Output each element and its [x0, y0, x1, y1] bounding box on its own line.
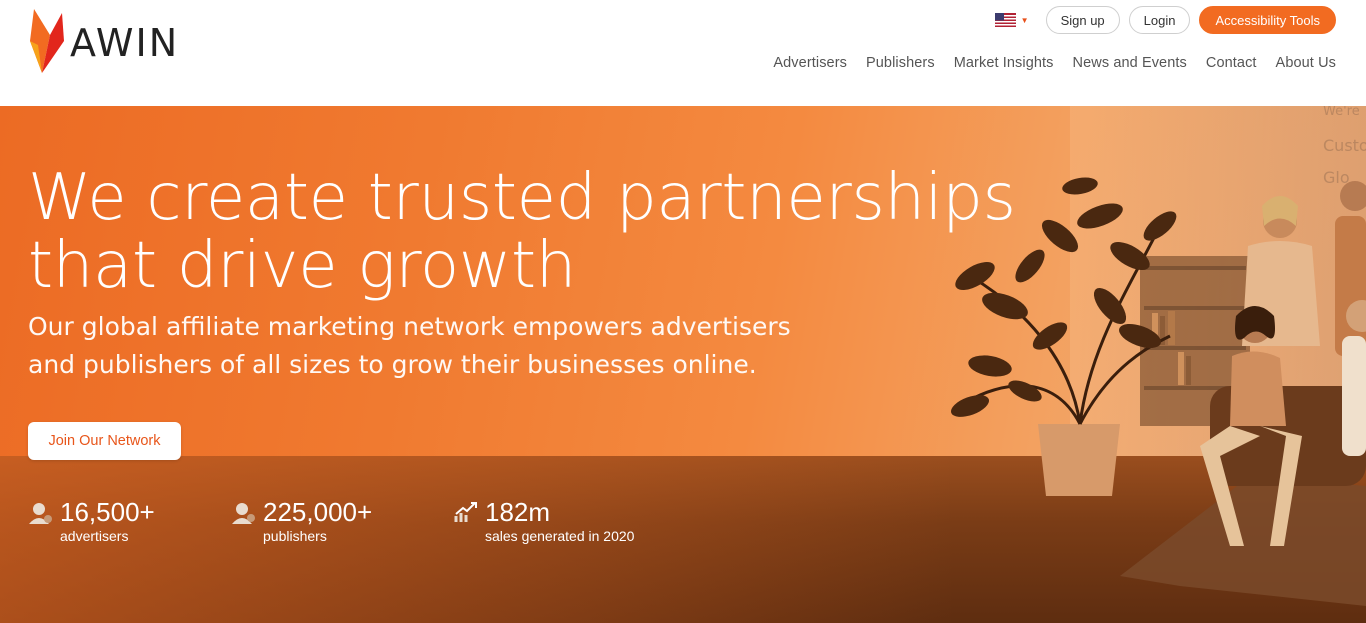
- nav-publishers[interactable]: Publishers: [866, 55, 935, 71]
- hero-banner: We're Custo Glo We create trusted partne…: [0, 106, 1366, 623]
- us-flag-icon: [994, 13, 1016, 27]
- stat-value: 182m: [485, 497, 551, 527]
- rug-illustration: [1120, 476, 1366, 606]
- nav-market-insights[interactable]: Market Insights: [954, 55, 1054, 71]
- utility-bar: ▼ Sign up Login Accessibility Tools: [994, 6, 1336, 34]
- brand-name: AWIN: [70, 21, 180, 65]
- stat-value: 16,500+: [60, 497, 155, 527]
- awin-flame-icon: [30, 9, 64, 73]
- growth-chart-icon: [454, 502, 477, 522]
- stat-label: advertisers: [60, 528, 129, 544]
- nav-about-us[interactable]: About Us: [1276, 55, 1336, 71]
- country-selector[interactable]: ▼: [994, 13, 1029, 27]
- main-nav: Advertisers Publishers Market Insights N…: [773, 55, 1336, 71]
- join-network-button[interactable]: Join Our Network: [28, 422, 181, 460]
- accessibility-tools-button[interactable]: Accessibility Tools: [1199, 6, 1336, 34]
- nav-advertisers[interactable]: Advertisers: [773, 55, 847, 71]
- stat-label: sales generated in 2020: [485, 528, 635, 544]
- stat-advertisers: 16,500+ advertisers: [28, 498, 155, 544]
- stat-sales: 182m sales generated in 2020: [453, 498, 634, 544]
- chevron-down-icon: ▼: [1020, 15, 1029, 25]
- signup-button[interactable]: Sign up: [1045, 6, 1120, 34]
- nav-contact[interactable]: Contact: [1206, 55, 1257, 71]
- stat-label: publishers: [263, 528, 327, 544]
- hero-subheadline: Our global affiliate marketing network e…: [28, 312, 791, 379]
- site-header: AWIN ▼ Sign up Login Accessibility Tools…: [0, 0, 1366, 106]
- stat-publishers: 225,000+ publishers: [231, 498, 372, 544]
- awin-logo[interactable]: AWIN: [28, 4, 198, 76]
- stat-value: 225,000+: [263, 497, 373, 527]
- publisher-icon: [232, 503, 255, 524]
- nav-news-and-events[interactable]: News and Events: [1073, 55, 1187, 71]
- advertiser-icon: [29, 503, 52, 524]
- login-button[interactable]: Login: [1128, 6, 1191, 34]
- hero-headline: We create trusted partnerships that driv…: [28, 161, 1016, 303]
